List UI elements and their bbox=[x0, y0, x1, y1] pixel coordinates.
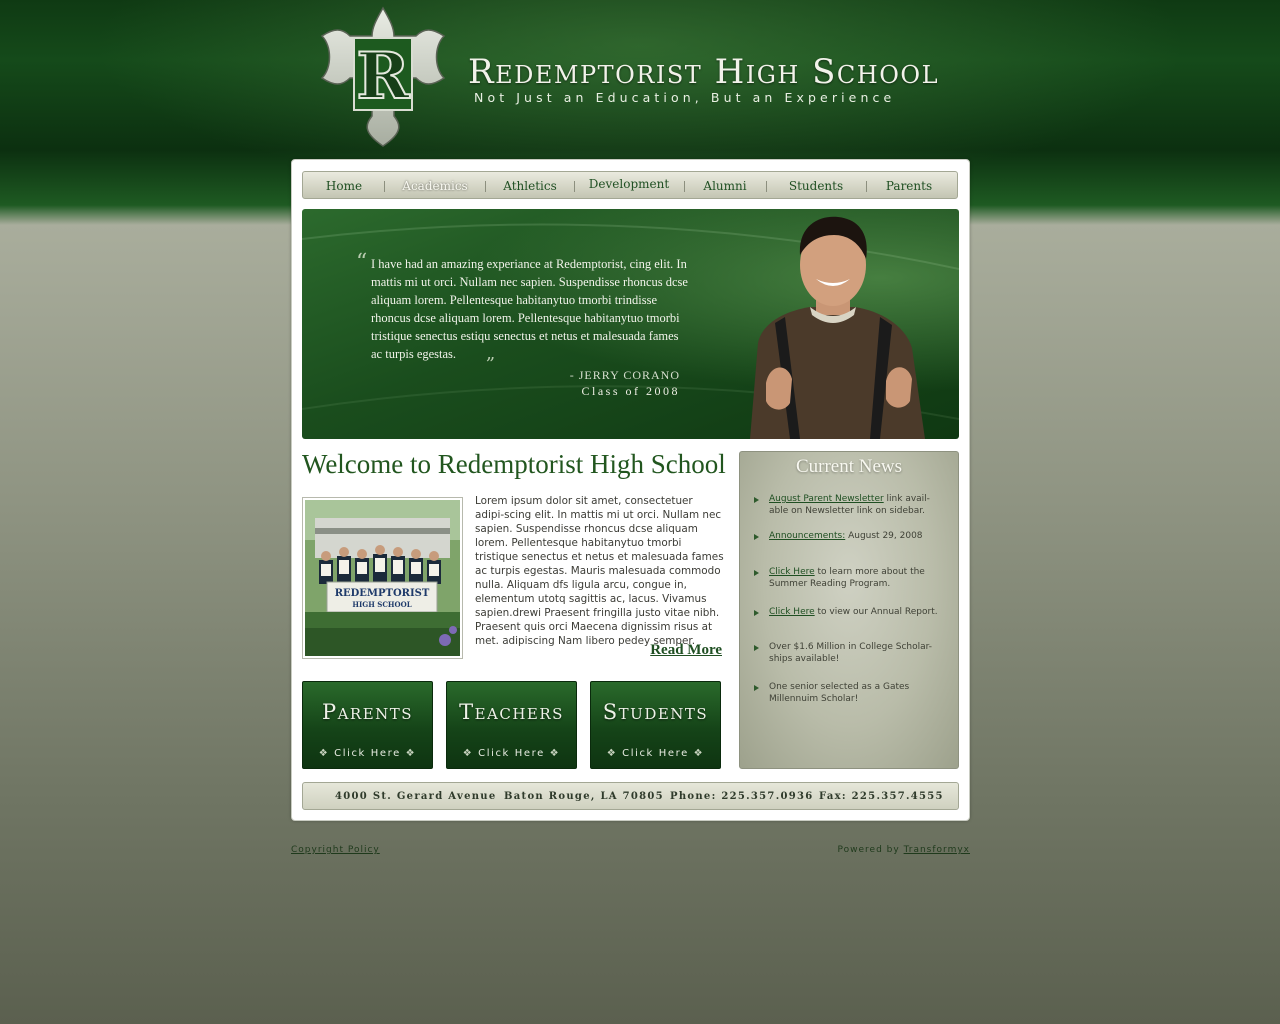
transformyx-link[interactable]: Transformyx bbox=[904, 845, 970, 855]
news-text: to view our Annual Report. bbox=[814, 607, 938, 617]
welcome-heading: Welcome to Redemptorist High School bbox=[302, 449, 726, 479]
nav-athletics[interactable]: Athletics bbox=[485, 172, 575, 198]
click-here-label: Click Here bbox=[478, 748, 545, 759]
testimonial-class-year: Class of 2008 bbox=[581, 384, 680, 398]
students-group-photo: REDEMPTORIST HIGH SCHOOL bbox=[302, 497, 463, 659]
group-photo-image: REDEMPTORIST HIGH SCHOOL bbox=[305, 500, 460, 656]
ornament-icon: ❖ bbox=[318, 748, 335, 759]
quote-open-mark: “ bbox=[356, 250, 368, 275]
news-text: August 29, 2008 bbox=[845, 531, 923, 541]
parents-button[interactable]: Parents ❖ Click Here ❖ bbox=[302, 681, 433, 769]
arrow-bullet-icon bbox=[754, 610, 759, 616]
powered-by: Powered by Transformyx bbox=[780, 845, 970, 855]
footer-phone: Phone: 225.357.0936 bbox=[670, 791, 814, 802]
parents-click-here[interactable]: ❖ Click Here ❖ bbox=[303, 748, 432, 759]
news-text: One senior selected as a Gates Millennui… bbox=[769, 682, 910, 704]
arrow-bullet-icon bbox=[754, 645, 759, 651]
author-dash: - bbox=[569, 368, 575, 382]
ornament-icon: ❖ bbox=[606, 748, 623, 759]
nav-students[interactable]: Students bbox=[766, 172, 866, 198]
click-here-label: Click Here bbox=[334, 748, 401, 759]
nav-academics[interactable]: Academics bbox=[385, 172, 485, 198]
click-here-label: Click Here bbox=[622, 748, 689, 759]
arrow-bullet-icon bbox=[754, 497, 759, 503]
footer-city: Baton Rouge, LA 70805 bbox=[504, 791, 664, 802]
parents-button-title: Parents bbox=[321, 700, 414, 724]
arrow-bullet-icon bbox=[754, 570, 759, 576]
students-click-here[interactable]: ❖ Click Here ❖ bbox=[591, 748, 720, 759]
svg-text:R: R bbox=[356, 39, 410, 114]
svg-text:HIGH SCHOOL: HIGH SCHOOL bbox=[352, 600, 411, 609]
nav-alumni[interactable]: Alumni bbox=[684, 172, 766, 198]
news-text: Over $1.6 Million in College Scholar-shi… bbox=[769, 642, 933, 664]
school-tagline: Not Just an Education, But an Experience bbox=[474, 90, 896, 105]
main-nav: Home Academics Athletics Development Alu… bbox=[302, 171, 958, 199]
nav-parents[interactable]: Parents bbox=[866, 172, 952, 198]
school-name: Redemptorist High School bbox=[468, 52, 940, 92]
school-crest-logo[interactable]: R bbox=[320, 6, 446, 148]
footer-address: 4000 St. Gerard Avenue bbox=[335, 791, 497, 802]
student-photo bbox=[750, 216, 925, 439]
news-link-summer-reading[interactable]: Click Here bbox=[769, 567, 815, 577]
quote-close-mark: „ bbox=[486, 343, 496, 364]
teachers-button-title: Teachers bbox=[459, 700, 564, 724]
nav-development[interactable]: Development bbox=[574, 170, 684, 196]
arrow-bullet-icon bbox=[754, 685, 759, 691]
footer-fax: Fax: 225.357.4555 bbox=[819, 791, 944, 802]
current-news-heading: Current News bbox=[795, 456, 903, 477]
testimonial-author: - JERRY CORANO bbox=[560, 368, 680, 383]
ornament-icon: ❖ bbox=[688, 748, 705, 759]
powered-by-label: Powered by bbox=[837, 845, 904, 855]
ornament-icon: ❖ bbox=[462, 748, 479, 759]
copyright-policy-link[interactable]: Copyright Policy bbox=[291, 845, 380, 855]
author-name: JERRY CORANO bbox=[578, 368, 680, 382]
news-link-annual-report[interactable]: Click Here bbox=[769, 607, 815, 617]
news-link-newsletter[interactable]: August Parent Newsletter bbox=[769, 494, 884, 504]
svg-text:REDEMPTORIST: REDEMPTORIST bbox=[335, 588, 430, 599]
news-link-announcements[interactable]: Announcements: bbox=[769, 531, 845, 541]
ornament-icon: ❖ bbox=[544, 748, 561, 759]
students-button-title: Students bbox=[602, 700, 709, 724]
nav-home[interactable]: Home bbox=[303, 172, 385, 198]
arrow-bullet-icon bbox=[754, 534, 759, 540]
teachers-button[interactable]: Teachers ❖ Click Here ❖ bbox=[446, 681, 577, 769]
testimonial-quote: I have had an amazing experiance at Rede… bbox=[371, 257, 688, 361]
read-more-link[interactable]: Read More bbox=[630, 642, 722, 659]
students-button[interactable]: Students ❖ Click Here ❖ bbox=[590, 681, 721, 769]
ornament-icon: ❖ bbox=[400, 748, 417, 759]
teachers-click-here[interactable]: ❖ Click Here ❖ bbox=[447, 748, 576, 759]
welcome-body-text: Lorem ipsum dolor sit amet, consectetuer… bbox=[475, 495, 724, 647]
